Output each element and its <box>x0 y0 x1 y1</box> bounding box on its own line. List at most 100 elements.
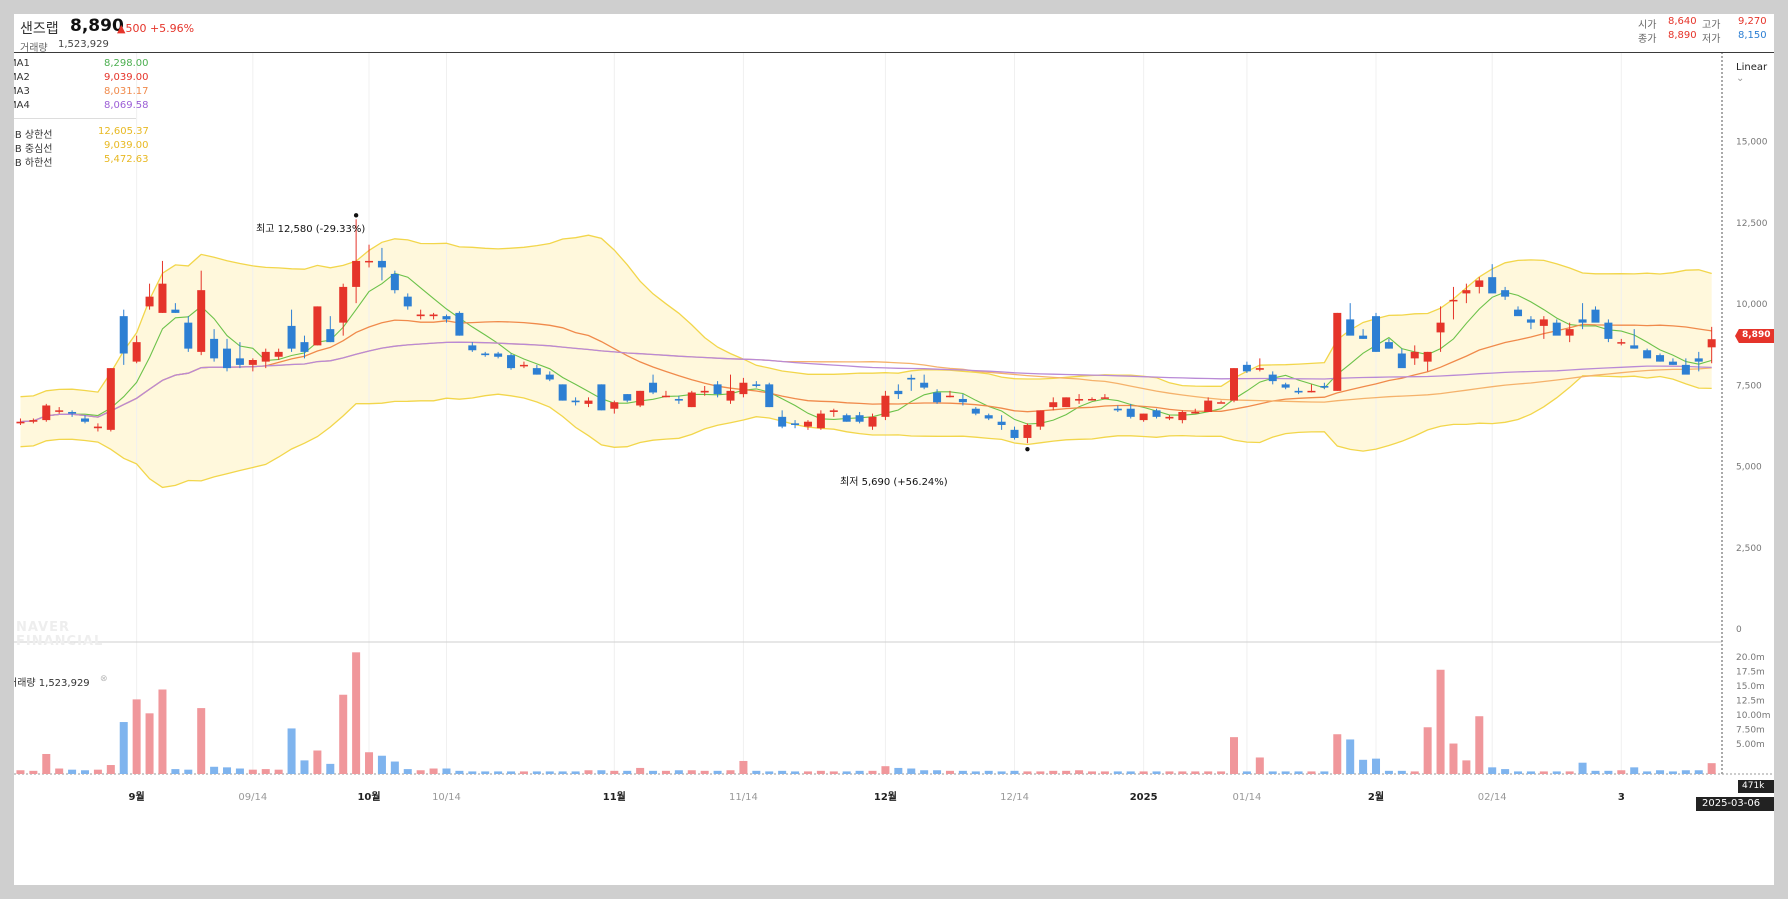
candle-body <box>1075 398 1084 401</box>
volume-bar <box>93 769 102 774</box>
candle-body <box>1643 350 1652 359</box>
candle-body <box>661 395 670 398</box>
volume-bar <box>1333 734 1342 774</box>
volume-bar <box>171 769 180 774</box>
candle-body <box>429 314 438 317</box>
x-tick-label: 01/14 <box>1232 792 1261 803</box>
volume-bar <box>55 768 64 774</box>
volume-bar <box>519 771 528 774</box>
candle-body <box>1488 277 1497 294</box>
x-tick-label: 10/14 <box>432 792 461 803</box>
volume-tick-label: 17.5m <box>1736 667 1765 677</box>
candle-body <box>261 351 270 362</box>
bb-upper-label: BB 상한선 <box>14 130 53 141</box>
volume-bar <box>1475 716 1484 774</box>
candle-body <box>274 351 283 357</box>
close-icon[interactable]: ⊗ <box>100 674 108 684</box>
low-annotation: 최저 5,690 (+56.24%) <box>840 477 948 488</box>
volume-bar <box>1229 737 1239 774</box>
candle-body <box>1126 408 1135 417</box>
candle-body <box>235 358 244 365</box>
volume-tick-label: 15.0m <box>1736 682 1765 692</box>
candle-body <box>752 384 761 386</box>
candle-body <box>1023 424 1032 438</box>
volume-bar <box>1384 770 1393 774</box>
candle-body <box>455 312 464 336</box>
stock-name[interactable]: 샌즈랩 <box>20 18 59 38</box>
volume-bar <box>184 769 193 774</box>
candle-body <box>1320 385 1329 388</box>
volume-bar <box>468 771 477 774</box>
volume-bar <box>636 767 645 774</box>
candle-body <box>532 368 541 375</box>
volume-bar <box>1423 727 1432 774</box>
volume-bar <box>1294 771 1303 774</box>
open-label: 시가 <box>1638 20 1657 31</box>
candle-body <box>1475 280 1484 287</box>
volume-tick-label: 5.00m <box>1736 740 1765 750</box>
candle-body <box>558 384 567 401</box>
volume-bar <box>1126 771 1135 774</box>
volume-value: 1,523,929 <box>58 39 109 50</box>
candle-body <box>1565 329 1574 336</box>
volume-bar <box>803 771 812 774</box>
candle-body <box>132 342 141 362</box>
x-tick-label: 3 <box>1618 792 1625 803</box>
volume-bar <box>1526 771 1535 774</box>
candle-body <box>1204 400 1213 412</box>
watermark-line1: NAVER <box>16 620 71 635</box>
candle-body <box>158 283 167 313</box>
volume-bar <box>1643 771 1652 774</box>
candle-body <box>42 405 51 421</box>
volume-bar <box>1488 767 1497 774</box>
candle-body <box>649 382 658 393</box>
volume-bar <box>765 771 774 774</box>
volume-bar <box>1062 770 1071 774</box>
date-tag: 2025-03-06 <box>1696 797 1774 811</box>
volume-bar <box>571 771 580 774</box>
volume-bar <box>403 769 412 774</box>
candle-body <box>713 384 722 395</box>
volume-label: 거래량 <box>20 43 48 54</box>
volume-bar <box>610 770 619 774</box>
date-tag-text: 2025-03-06 <box>1702 798 1761 809</box>
volume-bar <box>274 769 283 774</box>
candle-body <box>1359 335 1368 339</box>
volume-bar <box>1204 771 1213 774</box>
volume-bar <box>339 694 348 774</box>
volume-bar <box>1320 771 1329 774</box>
volume-tick-label: 12.5m <box>1736 696 1765 706</box>
volume-bar <box>584 770 593 774</box>
close-value: 8,890 <box>1668 30 1697 41</box>
ma1-label: MA1 <box>14 58 30 69</box>
candle-body <box>507 355 516 369</box>
candle-body <box>442 316 451 320</box>
volume-bar <box>158 689 167 774</box>
candle-body <box>223 348 232 369</box>
volume-bar <box>958 770 967 774</box>
x-tick-label: 11월 <box>603 791 626 803</box>
volume-bar <box>842 771 851 774</box>
volume-bar <box>248 769 257 774</box>
price-chart[interactable]: 0 2,500 5,000 7,500 10,000 12,500 15,000 5.00m 7… <box>14 14 1774 885</box>
stock-header: 샌즈랩 8,890 ▲500 +5.96% 거래량 1,523,929 시가 8… <box>14 14 1774 54</box>
y-tick-label: 12,500 <box>1736 219 1768 229</box>
volume-bar <box>1449 743 1458 774</box>
volume-bar <box>545 771 554 774</box>
volume-bar <box>390 761 399 774</box>
volume-bar <box>1501 769 1510 774</box>
candle-body <box>1242 364 1251 372</box>
candle-body <box>1372 316 1381 352</box>
scale-toggle-button[interactable]: Linear ⌄ <box>1736 62 1774 84</box>
volume-bar <box>1694 770 1703 774</box>
y-tick-label: 10,000 <box>1736 300 1768 310</box>
candle-body <box>700 390 709 393</box>
volume-bar <box>997 771 1006 774</box>
volume-bar <box>1604 770 1613 774</box>
candle-body <box>1229 368 1239 401</box>
ma1-value: 8,298.00 <box>104 58 149 69</box>
volume-tick-label: 10.00m <box>1736 711 1771 721</box>
volume-bar <box>235 768 244 774</box>
volume-bar <box>855 770 864 774</box>
candle-body <box>81 418 90 422</box>
